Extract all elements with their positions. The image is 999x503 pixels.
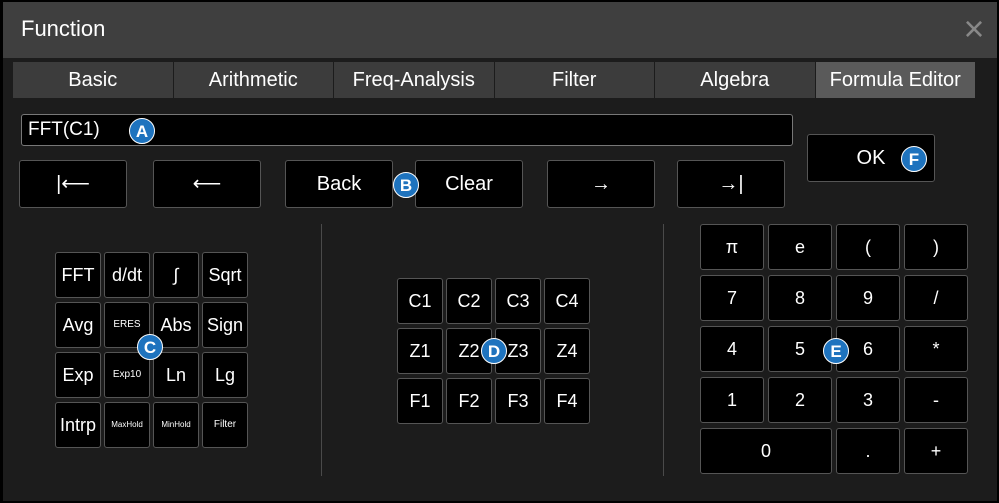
key-e[interactable]: e bbox=[768, 224, 832, 270]
key-f1[interactable]: F1 bbox=[397, 378, 443, 424]
callout-b: B bbox=[393, 172, 419, 198]
key-3[interactable]: 3 bbox=[836, 377, 900, 423]
function-dialog: Function × Basic Arithmetic Freq-Analysi… bbox=[3, 2, 997, 501]
expression-value: FFT(C1) bbox=[28, 119, 100, 140]
tab-basic[interactable]: Basic bbox=[13, 62, 174, 98]
key-pi[interactable]: π bbox=[700, 224, 764, 270]
cursor-end-button[interactable]: →| bbox=[677, 160, 785, 208]
tab-algebra[interactable]: Algebra bbox=[655, 62, 816, 98]
ok-label: OK bbox=[856, 147, 886, 169]
key-0[interactable]: 0 bbox=[700, 428, 832, 474]
key-7[interactable]: 7 bbox=[700, 275, 764, 321]
key-intrp[interactable]: Intrp bbox=[55, 402, 101, 448]
key-lg[interactable]: Lg bbox=[202, 352, 248, 398]
callout-d: D bbox=[481, 338, 507, 364]
key-exp10[interactable]: Exp10 bbox=[104, 352, 150, 398]
key-ln[interactable]: Ln bbox=[153, 352, 199, 398]
callout-a: A bbox=[129, 118, 155, 144]
key-avg[interactable]: Avg bbox=[55, 302, 101, 348]
tab-freq-analysis[interactable]: Freq-Analysis bbox=[334, 62, 495, 98]
key-decimal[interactable]: . bbox=[836, 428, 900, 474]
key-plus[interactable]: + bbox=[904, 428, 968, 474]
key-c4[interactable]: C4 bbox=[544, 278, 590, 324]
clear-button[interactable]: Clear bbox=[415, 160, 523, 208]
key-open-paren[interactable]: ( bbox=[836, 224, 900, 270]
key-8[interactable]: 8 bbox=[768, 275, 832, 321]
callout-e: E bbox=[823, 338, 849, 364]
close-icon[interactable]: × bbox=[955, 11, 993, 50]
key-z1[interactable]: Z1 bbox=[397, 328, 443, 374]
key-c3[interactable]: C3 bbox=[495, 278, 541, 324]
tab-formula-editor[interactable]: Formula Editor bbox=[815, 62, 975, 98]
key-1[interactable]: 1 bbox=[700, 377, 764, 423]
key-z4[interactable]: Z4 bbox=[544, 328, 590, 374]
key-c1[interactable]: C1 bbox=[397, 278, 443, 324]
key-close-paren[interactable]: ) bbox=[904, 224, 968, 270]
key-derivative[interactable]: d/dt bbox=[104, 252, 150, 298]
key-divide[interactable]: / bbox=[904, 275, 968, 321]
back-button[interactable]: Back bbox=[285, 160, 393, 208]
key-sqrt[interactable]: Sqrt bbox=[202, 252, 248, 298]
key-c2[interactable]: C2 bbox=[446, 278, 492, 324]
key-4[interactable]: 4 bbox=[700, 326, 764, 372]
key-2[interactable]: 2 bbox=[768, 377, 832, 423]
cursor-home-button[interactable]: |⟵ bbox=[19, 160, 127, 208]
key-f3[interactable]: F3 bbox=[495, 378, 541, 424]
key-minus[interactable]: - bbox=[904, 377, 968, 423]
key-sign[interactable]: Sign bbox=[202, 302, 248, 348]
key-integral[interactable]: ∫ bbox=[153, 252, 199, 298]
tab-filter[interactable]: Filter bbox=[495, 62, 655, 98]
key-f2[interactable]: F2 bbox=[446, 378, 492, 424]
callout-c: C bbox=[137, 334, 163, 360]
key-filter[interactable]: Filter bbox=[202, 402, 248, 448]
cursor-right-button[interactable]: → bbox=[547, 160, 655, 208]
key-fft[interactable]: FFT bbox=[55, 252, 101, 298]
cursor-left-button[interactable]: ⟵ bbox=[153, 160, 261, 208]
tab-bar: Basic Arithmetic Freq-Analysis Filter Al… bbox=[13, 62, 975, 98]
dialog-title: Function bbox=[21, 16, 106, 41]
title-bar: Function × bbox=[3, 2, 997, 58]
key-maxhold[interactable]: MaxHold bbox=[104, 402, 150, 448]
key-exp[interactable]: Exp bbox=[55, 352, 101, 398]
key-minhold[interactable]: MinHold bbox=[153, 402, 199, 448]
key-9[interactable]: 9 bbox=[836, 275, 900, 321]
tab-arithmetic[interactable]: Arithmetic bbox=[174, 62, 334, 98]
divider-right bbox=[663, 224, 664, 476]
divider-left bbox=[321, 224, 322, 476]
key-f4[interactable]: F4 bbox=[544, 378, 590, 424]
key-multiply[interactable]: * bbox=[904, 326, 968, 372]
callout-f: F bbox=[901, 146, 927, 172]
